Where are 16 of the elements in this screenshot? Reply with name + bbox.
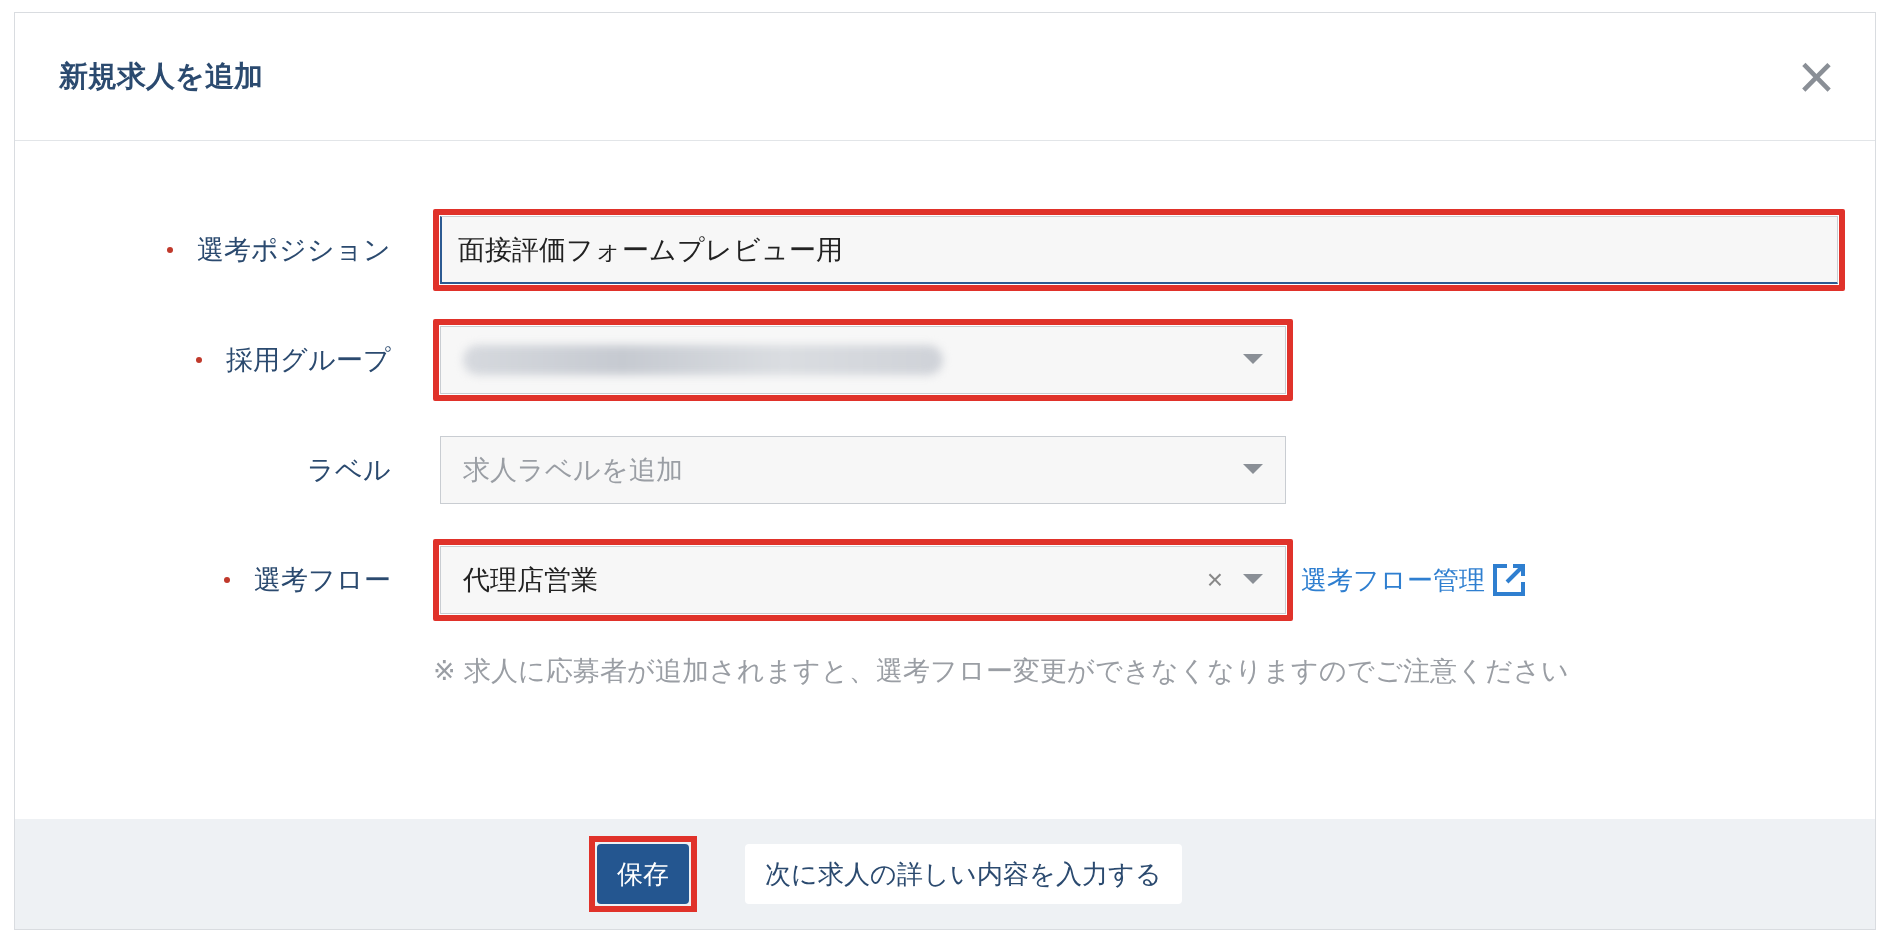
save-button[interactable]: 保存 bbox=[597, 844, 689, 904]
caret-icon bbox=[1243, 574, 1263, 586]
next-button[interactable]: 次に求人の詳しい内容を入力する bbox=[745, 844, 1182, 904]
external-link-icon[interactable] bbox=[1491, 562, 1527, 598]
dialog-title: 新規求人を追加 bbox=[59, 57, 263, 95]
field-label: 選考ポジション bbox=[197, 233, 391, 267]
caret-icon bbox=[1243, 464, 1263, 476]
note-text: ※ 求人に応募者が追加されますと、選考フロー変更ができなくなりますのでご注意ください bbox=[433, 654, 1571, 688]
select-field[interactable] bbox=[440, 326, 1286, 394]
field-label: 採用グループ bbox=[226, 343, 391, 377]
caret-icon bbox=[1243, 354, 1263, 366]
flow-management-link[interactable]: 選考フロー管理 bbox=[1301, 562, 1485, 598]
field-label: 選考フロー bbox=[254, 563, 391, 597]
text-field[interactable]: 面接評価フォームプレビュー用 bbox=[440, 216, 1838, 284]
field-label: ラベル bbox=[307, 453, 391, 487]
select-field[interactable]: 代理店営業 × bbox=[440, 546, 1286, 614]
